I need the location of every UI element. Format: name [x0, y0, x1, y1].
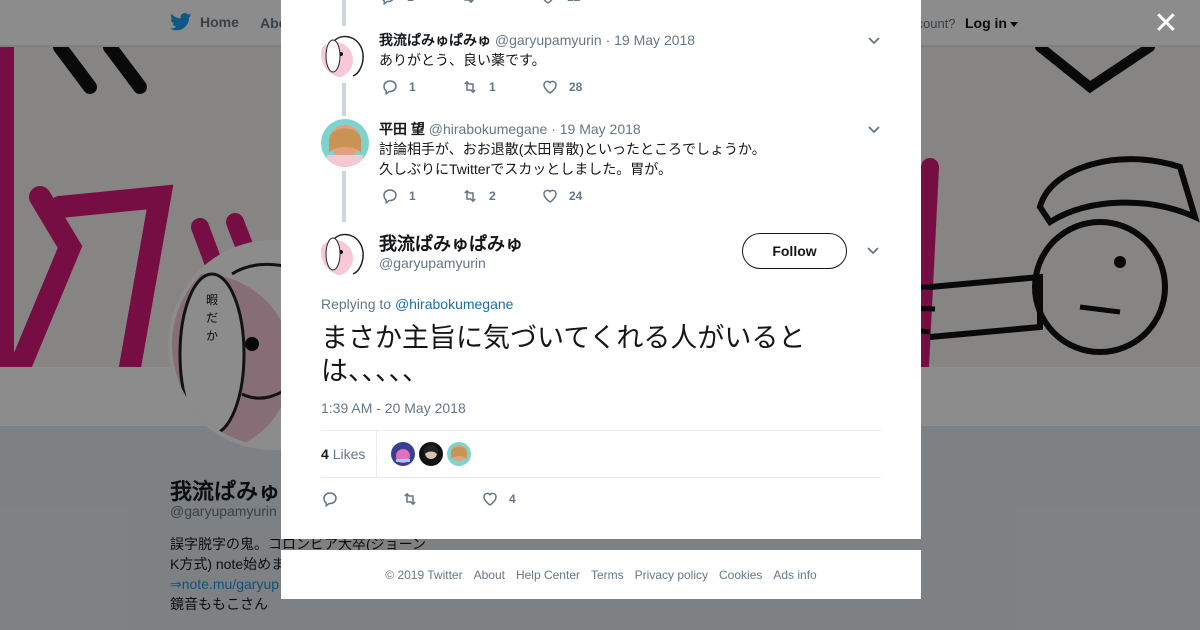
reply-icon	[383, 80, 397, 96]
liker-avatar[interactable]	[391, 442, 415, 466]
reply-icon	[323, 492, 337, 508]
close-icon[interactable]: ✕	[1152, 9, 1180, 39]
tweet-actions: 1 1 28	[381, 78, 621, 96]
follow-button[interactable]: Follow	[742, 233, 847, 269]
like-button[interactable]: 12	[539, 0, 619, 6]
author-name[interactable]: 我流ぱみゅぱみゅ	[379, 32, 491, 48]
liker-avatar[interactable]	[419, 442, 443, 466]
reply-text-line: ありがとう、良い薬です。	[379, 52, 546, 68]
reply-count: 1	[407, 0, 414, 4]
retweet-button[interactable]	[401, 490, 481, 508]
reply-text-line: 久しぶりにTwitterでスカッとしました。胃が。	[379, 161, 672, 177]
retweet-icon	[464, 0, 474, 4]
reply-text: ありがとう、良い薬です。	[379, 50, 546, 70]
retweet-button[interactable]	[459, 0, 539, 6]
reply-header: 我流ぱみゅぱみゅ @garyupamyurin · 19 May 2018	[379, 30, 695, 50]
retweet-icon	[464, 80, 476, 94]
reply-button[interactable]: 1	[379, 0, 459, 6]
heart-icon	[483, 492, 497, 506]
reply-count: 1	[409, 189, 416, 203]
reply-text-line: 討論相手が、おお退散(太田胃散)といったところでしょうか。	[379, 141, 766, 157]
chevron-down-icon[interactable]	[867, 34, 881, 48]
chevron-down-icon[interactable]	[866, 244, 880, 258]
reply-button[interactable]: 1	[381, 187, 461, 205]
author-handle[interactable]: @garyupamyurin	[495, 32, 602, 48]
tweet-text: まさか主旨に気づいてくれる人がいるとは、、、、、	[321, 323, 806, 386]
replying-to: Replying to @hirabokumegane	[321, 296, 513, 312]
likes-number: 4	[321, 446, 329, 462]
replying-prefix: Replying to	[321, 296, 392, 312]
retweet-icon	[464, 189, 476, 203]
like-count: 28	[569, 80, 583, 94]
footer-link-about[interactable]: About	[474, 568, 505, 582]
retweet-button[interactable]: 1	[461, 78, 541, 96]
author-name[interactable]: 我流ぱみゅぱみゅ	[379, 230, 523, 256]
retweet-count: 1	[489, 80, 496, 94]
like-count: 4	[509, 492, 516, 506]
avatar[interactable]	[321, 30, 369, 78]
reply-header: 平田 望 @hirabokumegane · 19 May 2018	[379, 119, 641, 139]
author-name[interactable]: 平田 望	[379, 121, 425, 137]
reply-icon	[382, 0, 394, 6]
tweet-date[interactable]: · 19 May 2018	[606, 32, 696, 48]
tweet-modal: 1 12 我流ぱみゅぱみゅ @garyupamyurin · 19 May 20…	[281, 0, 921, 539]
reply-button[interactable]: 1	[381, 78, 461, 96]
tweet-actions-partial: 1 12	[379, 0, 619, 6]
retweet-button[interactable]: 2	[461, 187, 541, 205]
like-count: 24	[569, 189, 583, 203]
replying-to-link[interactable]: @hirabokumegane	[395, 296, 514, 312]
liker-avatar[interactable]	[447, 442, 471, 466]
like-button[interactable]: 4	[481, 490, 561, 508]
footer-link-privacy[interactable]: Privacy policy	[635, 568, 708, 582]
thread-line	[342, 83, 346, 116]
stats-divider	[376, 431, 377, 478]
avatar[interactable]	[321, 228, 369, 276]
footer-link-ads-info[interactable]: Ads info	[773, 568, 816, 582]
tweet-timestamp[interactable]: 1:39 AM - 20 May 2018	[321, 400, 466, 416]
footer-link-terms[interactable]: Terms	[591, 568, 624, 582]
reply-text: 討論相手が、おお退散(太田胃散)といったところでしょうか。 久しぶりにTwitt…	[379, 139, 766, 179]
avatar[interactable]	[321, 119, 369, 167]
tweet-stats: 4 Likes	[321, 430, 881, 478]
heart-icon	[543, 189, 557, 203]
footer-link-help-center[interactable]: Help Center	[516, 568, 580, 582]
retweet-count: 2	[489, 189, 496, 203]
like-count: 12	[567, 0, 580, 4]
like-button[interactable]: 28	[541, 78, 621, 96]
footer-link-cookies[interactable]: Cookies	[719, 568, 762, 582]
tweet-date[interactable]: · 19 May 2018	[551, 121, 641, 137]
thread-line	[342, 0, 346, 26]
heart-icon	[543, 0, 553, 4]
reply-count: 1	[409, 80, 416, 94]
likers-avatars	[391, 442, 471, 466]
footer: © 2019 Twitter About Help Center Terms P…	[281, 550, 921, 599]
thread-line	[342, 171, 346, 222]
like-button[interactable]: 24	[541, 187, 621, 205]
author-handle[interactable]: @garyupamyurin	[379, 255, 486, 271]
chevron-down-icon[interactable]	[867, 123, 881, 137]
reply-icon	[383, 189, 397, 205]
author-handle[interactable]: @hirabokumegane	[429, 121, 548, 137]
likes-count[interactable]: 4 Likes	[321, 446, 365, 462]
likes-label: Likes	[332, 446, 366, 462]
retweet-icon	[404, 492, 416, 506]
heart-icon	[543, 80, 557, 94]
reply-button[interactable]	[321, 490, 401, 508]
footer-copyright: © 2019 Twitter	[385, 567, 463, 582]
tweet-actions: 1 2 24	[381, 187, 621, 205]
tweet-actions: 4	[321, 490, 561, 508]
